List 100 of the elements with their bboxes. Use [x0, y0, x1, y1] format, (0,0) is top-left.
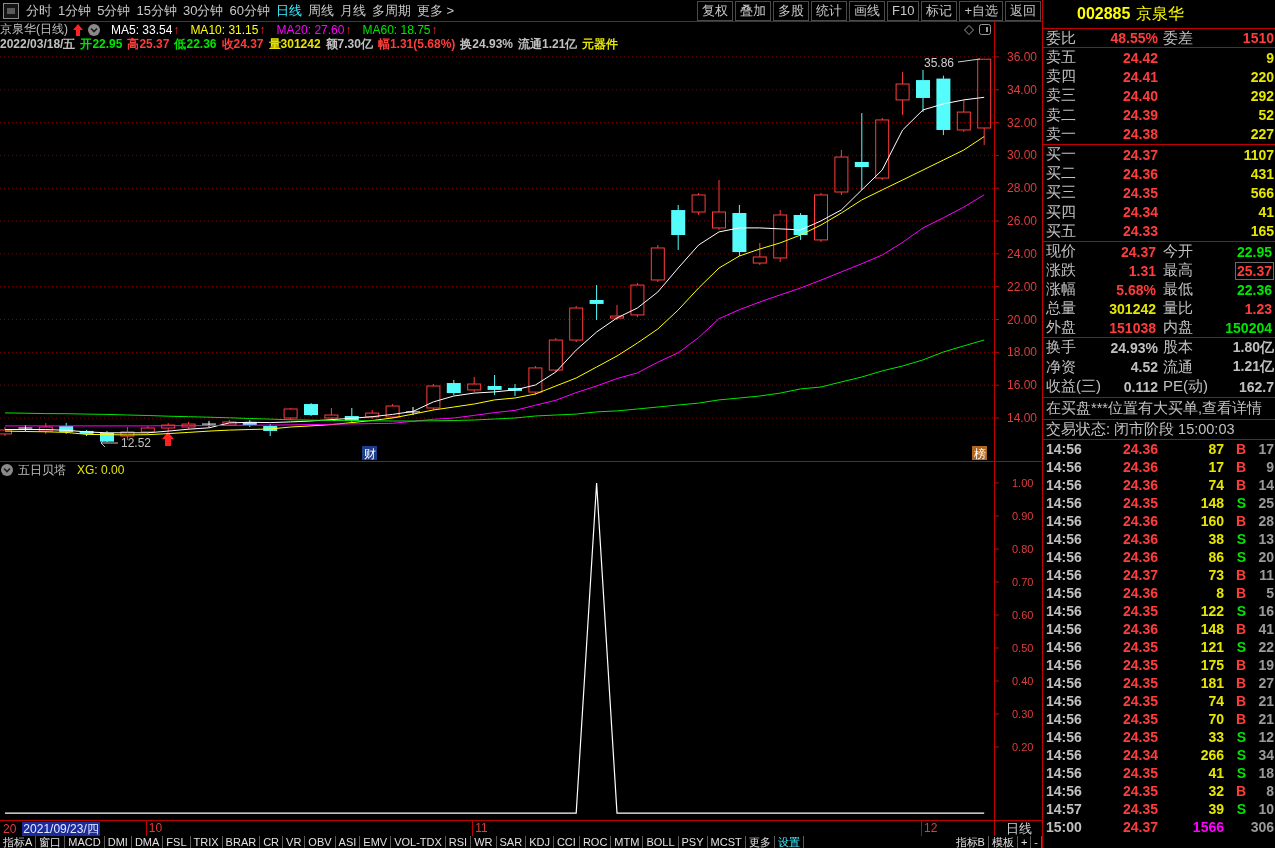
trade-price: 24.35	[1122, 765, 1158, 781]
trade-side: B	[1235, 477, 1246, 493]
candle	[17, 424, 33, 432]
period-tab[interactable]: 分时	[25, 0, 53, 21]
ask-level-label: 卖五	[1046, 48, 1076, 68]
period-tab[interactable]: 60分钟	[228, 0, 271, 21]
toolbar-button[interactable]: 标记	[921, 0, 958, 21]
candle	[548, 337, 563, 373]
event-badge[interactable]: 榜	[972, 446, 987, 461]
field-label: 现价	[1046, 242, 1076, 261]
trade-count: 21	[1258, 693, 1274, 709]
trade-count: 14	[1258, 477, 1274, 493]
candle	[712, 179, 726, 231]
moving-average-value: MA10: 31.15	[190, 22, 259, 37]
ask-level-label: 卖二	[1046, 105, 1076, 125]
trade-price: 24.36	[1122, 621, 1158, 637]
candle	[467, 376, 482, 393]
indicator-tab[interactable]: CR	[260, 836, 284, 848]
trade-volume: 70	[1208, 711, 1224, 727]
field-label: 涨幅	[1046, 280, 1076, 299]
period-tab[interactable]: 日线	[274, 0, 303, 21]
bid-price: 24.37	[1122, 146, 1158, 163]
trade-time: 14:56	[1046, 585, 1083, 601]
field-label: 总量	[1046, 299, 1076, 318]
indicator-tab[interactable]: -	[1031, 836, 1042, 848]
trade-count: 12	[1258, 729, 1274, 745]
dropdown-icon[interactable]	[1, 464, 13, 476]
period-tab[interactable]: 多周期	[370, 0, 412, 21]
trade-time: 14:56	[1046, 711, 1083, 727]
period-tab[interactable]: 15分钟	[135, 0, 178, 21]
toolbar-button[interactable]: 复权	[697, 0, 733, 21]
candle	[181, 421, 196, 430]
field-label: 最高	[1163, 261, 1193, 280]
trade-count: 8	[1266, 783, 1274, 799]
stock-name: 京泉华	[1136, 3, 1185, 24]
candle	[304, 402, 318, 417]
candle	[916, 69, 930, 113]
indicator-tab[interactable]: OBV	[305, 836, 336, 848]
notice-link[interactable]: 在买盘***位置有大买单,查看详情	[1046, 399, 1262, 418]
bid-level-label: 买三	[1046, 183, 1076, 203]
event-badge[interactable]: 财	[362, 446, 377, 461]
trade-side: B	[1235, 783, 1246, 799]
candle	[283, 407, 298, 421]
period-tab[interactable]: 30分钟	[181, 0, 225, 21]
period-tab[interactable]: 月线	[338, 0, 367, 21]
toolbar-button[interactable]: 返回	[1005, 0, 1041, 21]
indicator-tab[interactable]: WR	[471, 836, 497, 848]
field-label: PE(动)	[1163, 377, 1208, 397]
trade-price: 24.35	[1122, 675, 1158, 691]
field-value: 150204	[1224, 318, 1273, 337]
trade-price: 24.35	[1122, 693, 1158, 709]
moving-average-value: MA20: 27.60	[276, 22, 345, 37]
field-value: 1.31	[1127, 261, 1157, 280]
indicator-tab[interactable]: VR	[283, 836, 306, 848]
trade-price: 24.35	[1122, 657, 1158, 673]
bid-price: 24.35	[1122, 184, 1158, 201]
trade-time: 14:56	[1046, 657, 1083, 673]
indicator-tab[interactable]: 指标A	[0, 836, 37, 848]
axis-tick-label: 0.50	[1012, 642, 1034, 654]
period-tab[interactable]: 1分钟	[57, 0, 93, 21]
period-tab[interactable]: 更多 >	[415, 0, 456, 21]
panel-toggle-icon[interactable]	[979, 24, 991, 35]
period-tab[interactable]: 周线	[306, 0, 335, 21]
trend-arrow: ↑	[431, 22, 438, 37]
toolbar-button[interactable]: +自选	[959, 0, 1003, 21]
trade-time: 14:56	[1046, 765, 1083, 781]
trade-volume: 148	[1200, 495, 1224, 511]
quote-field: 量301242	[268, 36, 321, 53]
indicator-tab[interactable]: VOL-TDX	[391, 836, 446, 848]
toolbar-button[interactable]: F10	[887, 0, 920, 21]
axis-tick-label: 0.40	[1012, 675, 1034, 687]
period-tab[interactable]: 5分钟	[96, 0, 132, 21]
price-axis-label: 26.00	[1007, 214, 1038, 229]
trade-side: B	[1235, 513, 1246, 529]
trade-volume: 122	[1200, 603, 1224, 619]
candle	[732, 204, 747, 257]
trade-volume: 74	[1208, 477, 1224, 493]
candle	[426, 383, 441, 411]
indicator-tab[interactable]: TRIX	[190, 836, 223, 848]
trade-count: 10	[1258, 801, 1274, 817]
candle	[242, 419, 257, 428]
toolbar-button[interactable]: 画线	[849, 0, 885, 21]
trade-side: S	[1236, 801, 1246, 817]
quote-field: 收24.37	[221, 36, 264, 53]
trade-side: S	[1236, 747, 1246, 763]
field-label: 净资	[1046, 357, 1076, 377]
trade-side: B	[1235, 675, 1246, 691]
toolbar-button[interactable]: 统计	[811, 0, 847, 21]
trade-count: 5	[1266, 585, 1274, 601]
trade-volume: 41	[1208, 765, 1224, 781]
period-label: 日线	[1005, 819, 1032, 837]
window-icon[interactable]	[3, 2, 19, 19]
toolbar-button[interactable]: 多股	[773, 0, 809, 21]
trade-volume: 181	[1200, 675, 1224, 691]
toolbar-button[interactable]: 叠加	[735, 0, 771, 21]
bid-level-label: 买五	[1046, 221, 1076, 241]
trading-status: 交易状态: 闭市阶段 15:00:03	[1046, 420, 1235, 439]
indicator-tab[interactable]: ASI	[335, 836, 361, 848]
axis-tick-label: 0.60	[1012, 609, 1034, 621]
dropdown-icon[interactable]	[88, 23, 100, 36]
